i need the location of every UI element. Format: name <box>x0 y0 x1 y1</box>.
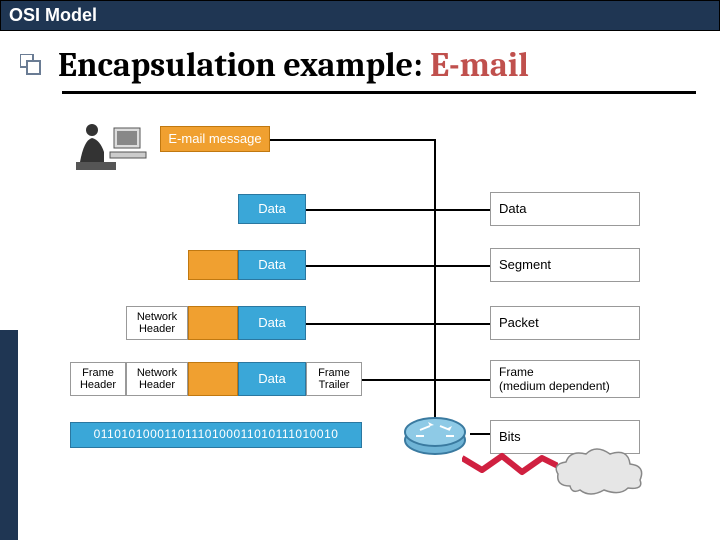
email-message-box: E-mail message <box>160 126 270 152</box>
connector-d2 <box>306 265 434 267</box>
frame-header-box: Frame Header <box>70 362 126 396</box>
connector-r3 <box>436 323 490 325</box>
square-bullet-icon <box>20 54 42 76</box>
network-cloud-icon <box>550 446 650 496</box>
right-label-packet: Packet <box>490 306 640 340</box>
network-header-box-1: Network Header <box>126 306 188 340</box>
connector-d3 <box>306 323 434 325</box>
connector-d1 <box>306 209 434 211</box>
title-pre: Encapsulation example: <box>58 45 430 85</box>
left-accent-strip <box>0 330 18 540</box>
title-underline <box>62 91 696 94</box>
connector-r1 <box>436 209 490 211</box>
zigzag-cable-icon <box>462 452 558 476</box>
data-box-layer3: Data <box>238 306 306 340</box>
data-box-layer1: Data <box>238 194 306 224</box>
data-box-layer2: Data <box>238 250 306 280</box>
segment-header-box <box>188 250 238 280</box>
vertical-bus-line <box>434 140 436 424</box>
right-label-frame: Frame (medium dependent) <box>490 360 640 398</box>
header-title: OSI Model <box>9 5 97 25</box>
connector-d4 <box>362 379 434 381</box>
header-bar: OSI Model <box>0 0 720 31</box>
frame-trailer-box: Frame Trailer <box>306 362 362 396</box>
slide-title: Encapsulation example: E-mail <box>58 45 529 85</box>
right-label-segment: Segment <box>490 248 640 282</box>
title-emphasis: E-mail <box>430 45 529 85</box>
connector-r5 <box>470 433 490 435</box>
data-box-layer4: Data <box>238 362 306 396</box>
right-label-data: Data <box>490 192 640 226</box>
connector-email <box>270 139 436 141</box>
network-header-box-2: Network Header <box>126 362 188 396</box>
segment-header-placeholder-4 <box>188 362 238 396</box>
title-row: Encapsulation example: E-mail <box>20 45 720 85</box>
bits-stream-box: 01101010001101110100011010111010010 <box>70 422 362 448</box>
router-device-icon <box>400 406 470 462</box>
connector-r2 <box>436 265 490 267</box>
person-at-computer-icon <box>70 122 150 176</box>
segment-header-placeholder-3 <box>188 306 238 340</box>
connector-r4 <box>436 379 490 381</box>
diagram-stage: E-mail message Data Data Network Header … <box>70 126 700 526</box>
